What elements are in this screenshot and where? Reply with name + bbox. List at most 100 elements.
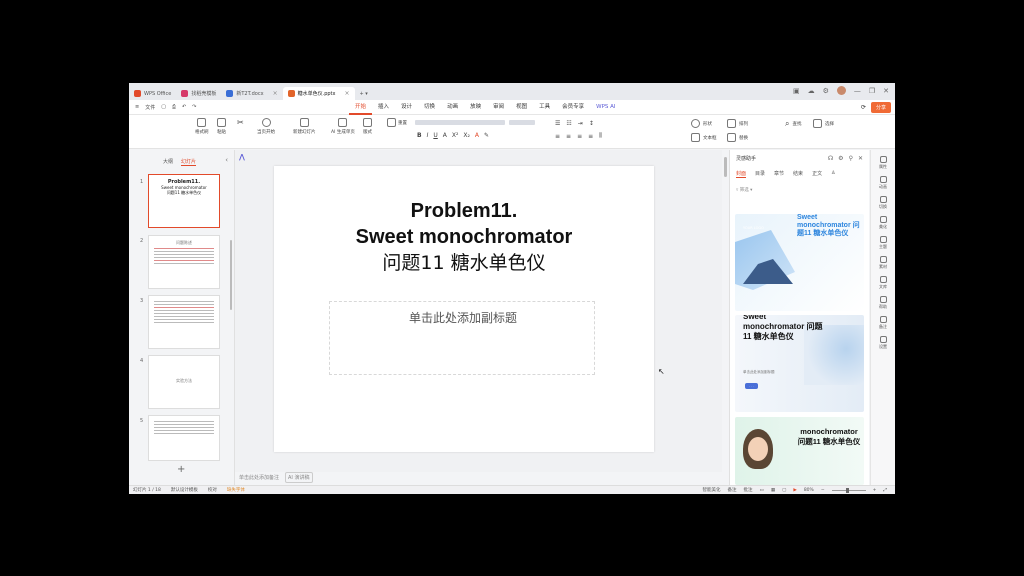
panel-scrollbar[interactable] xyxy=(230,240,232,310)
tab-view[interactable]: 视图 xyxy=(510,100,533,115)
sidebar-item-theme[interactable]: 主题 xyxy=(871,236,895,250)
align-center-icon[interactable]: ≡ xyxy=(566,133,571,140)
tab-template[interactable]: 找稻壳模板 xyxy=(176,87,221,100)
missing-font-button[interactable]: 缺失字体 xyxy=(227,487,245,493)
cloud-icon[interactable]: ☁ xyxy=(808,87,815,95)
close-window-icon[interactable]: ✕ xyxy=(883,87,889,95)
justify-icon[interactable]: ≡ xyxy=(588,133,593,140)
shape-button[interactable]: 形状 xyxy=(691,119,712,128)
tab-tools[interactable]: 工具 xyxy=(533,100,556,115)
tab-body[interactable]: 正文 xyxy=(812,170,822,178)
ai-generate-button[interactable]: AI 生成单页 xyxy=(331,118,355,135)
reading-view-icon[interactable]: ▢ xyxy=(782,488,786,493)
settings-icon[interactable]: ⚙ xyxy=(838,155,843,162)
zoom-in-icon[interactable]: + xyxy=(873,488,877,493)
redo-icon[interactable]: ↷ xyxy=(192,104,196,110)
sidebar-item-notes[interactable]: 备注 xyxy=(871,316,895,330)
zoom-level[interactable]: 80% xyxy=(804,488,814,493)
maximize-icon[interactable]: ❐ xyxy=(869,87,875,95)
tab-ending[interactable]: 结束 xyxy=(793,170,803,178)
superscript-icon[interactable]: X² xyxy=(452,132,459,139)
underline-icon[interactable]: U xyxy=(433,132,437,139)
tab-member[interactable]: 会员专享 xyxy=(556,100,590,115)
cut-button[interactable]: ✂ xyxy=(237,118,244,127)
template-card-2[interactable]: Sweet monochromator 问题11 糖水单色仪 单击此处添加副标题… xyxy=(735,315,864,412)
subtitle-placeholder[interactable]: 单击此处添加副标题 xyxy=(329,301,595,375)
template-card-1[interactable]: YOUR LOGO Sweet monochromator 问题11 糖水单色仪 xyxy=(735,214,864,311)
align-right-icon[interactable]: ≡ xyxy=(577,133,582,140)
ai-assist-icon[interactable]: ⋀ xyxy=(239,153,245,161)
tab-docx[interactable]: 新T2T.docx × xyxy=(221,87,282,100)
print-icon[interactable]: ⎙ xyxy=(172,104,176,110)
tab-insert[interactable]: 插入 xyxy=(372,100,395,115)
close-icon[interactable]: ✕ xyxy=(858,155,863,162)
settings-icon[interactable]: ⚙ xyxy=(823,87,829,95)
font-name-select[interactable] xyxy=(415,120,505,125)
sidebar-item-transition[interactable]: 切换 xyxy=(871,196,895,210)
headset-icon[interactable]: ☊ xyxy=(828,155,833,162)
tab-outline[interactable]: 大纲 xyxy=(163,158,173,166)
fit-window-icon[interactable]: ⤢ xyxy=(883,487,887,493)
undo-icon[interactable]: ↶ xyxy=(182,104,186,110)
close-icon[interactable]: × xyxy=(273,90,278,97)
bold-icon[interactable]: B xyxy=(417,132,422,139)
sidebar-item-assets[interactable]: 素材 xyxy=(871,256,895,270)
pane-title[interactable]: 灵感助手 xyxy=(736,155,756,162)
tab-wps-office[interactable]: WPS Office xyxy=(129,87,176,100)
line-spacing-icon[interactable]: ↕ xyxy=(589,120,594,127)
zoom-out-icon[interactable]: − xyxy=(821,488,825,493)
add-slide-button[interactable]: + xyxy=(177,464,185,475)
proofing-button[interactable]: 校对 xyxy=(208,487,217,493)
slide-thumbnail-4[interactable]: 实验方法 xyxy=(148,355,220,409)
tab-chapter[interactable]: 章节 xyxy=(774,170,784,178)
arrange-button[interactable]: 排列 xyxy=(727,119,748,128)
tab-review[interactable]: 审阅 xyxy=(487,100,510,115)
sidebar-item-beautify[interactable]: 美化 xyxy=(871,216,895,230)
bullets-icon[interactable]: ☰ xyxy=(555,120,560,127)
select-button[interactable]: 选择 xyxy=(813,119,834,128)
menu-icon[interactable]: ≡ xyxy=(135,104,139,110)
italic-icon[interactable]: I xyxy=(427,132,429,139)
find-button[interactable]: ⌕ 查找 xyxy=(785,119,801,129)
minimize-icon[interactable]: — xyxy=(854,87,861,95)
zoom-slider[interactable] xyxy=(831,487,866,493)
tab-slides[interactable]: 幻灯片 xyxy=(181,158,197,166)
pin-icon[interactable]: ⚲ xyxy=(849,155,853,162)
normal-view-icon[interactable]: ▭ xyxy=(760,488,764,493)
collapse-panel-icon[interactable]: ‹ xyxy=(225,156,228,164)
slide-thumbnail-5[interactable] xyxy=(148,415,220,461)
template-card-3[interactable]: monochromator 问题11 糖水单色仪 xyxy=(735,417,864,485)
smart-beautify-button[interactable]: 智能美化 xyxy=(703,487,721,493)
sidebar-item-help[interactable]: 帮助 xyxy=(871,296,895,310)
tab-wps-ai[interactable]: WPS AI xyxy=(590,100,621,115)
sidebar-item-settings[interactable]: 设置 xyxy=(871,336,895,350)
tab-cover[interactable]: 封面 xyxy=(736,170,747,178)
align-left-icon[interactable]: ≡ xyxy=(555,133,560,140)
filter-dropdown[interactable]: ▿ 筛选 ▾ xyxy=(730,181,869,199)
tab-home[interactable]: 开始 xyxy=(349,100,373,115)
comments-toggle[interactable]: 批注 xyxy=(744,487,753,493)
save-icon[interactable]: ▢ xyxy=(161,104,166,110)
slide-thumbnail-2[interactable]: 问题陈述 xyxy=(148,235,220,289)
format-painter-button[interactable]: 格式刷 xyxy=(195,118,209,135)
avatar[interactable] xyxy=(836,86,846,95)
tab-slideshow[interactable]: 放映 xyxy=(464,100,487,115)
paste-button[interactable]: 粘贴 xyxy=(217,118,226,135)
share-button[interactable]: 分享 xyxy=(870,102,891,113)
tab-toc[interactable]: 目录 xyxy=(755,170,765,178)
slide-title[interactable]: Problem11. Sweet monochromator 问题11 糖水单色… xyxy=(274,198,654,276)
slide-thumbnail-1[interactable]: Problem11. Sweet monochromator 问题11 糖水单色… xyxy=(148,174,220,228)
reset-button[interactable]: 重置 xyxy=(387,118,407,127)
layout-icon[interactable]: ▣ xyxy=(793,87,800,95)
textbox-button[interactable]: 文本框 xyxy=(691,133,717,142)
tab-pptx[interactable]: 糖水单色仪.pptx × xyxy=(282,87,355,100)
canvas-scrollbar[interactable] xyxy=(724,153,727,473)
ai-speech-button[interactable]: AI 演讲稿 xyxy=(285,472,313,483)
play-current-button[interactable]: 当页开始 xyxy=(257,118,275,135)
layout-button[interactable]: 版式 xyxy=(363,118,372,135)
new-tab-button[interactable]: + ▾ xyxy=(355,87,373,100)
strikethrough-icon[interactable]: A xyxy=(443,132,447,139)
close-icon[interactable]: × xyxy=(344,90,349,97)
current-slide[interactable]: Problem11. Sweet monochromator 问题11 糖水单色… xyxy=(274,166,654,452)
tab-design[interactable]: 设计 xyxy=(395,100,418,115)
